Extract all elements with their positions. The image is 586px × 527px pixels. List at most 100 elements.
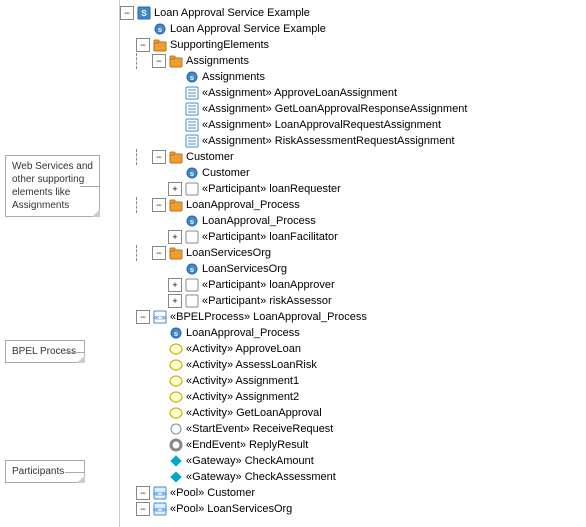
tree-node-loanapproval-proc[interactable]: s LoanApproval_Process bbox=[120, 325, 586, 341]
tree-node-loanapprover[interactable]: + «Participant» loanApprover bbox=[120, 277, 586, 293]
label-loanapproval-item: LoanApproval_Process bbox=[202, 215, 316, 227]
tree-node-assignment2[interactable]: «Activity» Assignment2 bbox=[120, 389, 586, 405]
tree-node-assignments-item[interactable]: s Assignments bbox=[120, 69, 586, 85]
label-getloan: «Assignment» GetLoanApprovalResponseAssi… bbox=[202, 103, 467, 115]
expander-bpelprocess[interactable]: − bbox=[136, 310, 150, 324]
tree-node-loanapproval-folder[interactable]: − LoanApproval_Process bbox=[120, 197, 586, 213]
tree-node-pool-loanservices[interactable]: − ≪≫ «Pool» LoanServicesOrg bbox=[120, 501, 586, 517]
icon-replyresult bbox=[168, 437, 184, 453]
icon-customer-folder bbox=[168, 149, 184, 165]
svg-text:≪≫: ≪≫ bbox=[153, 315, 167, 322]
svg-text:s: s bbox=[190, 267, 194, 274]
icon-approveloan bbox=[168, 341, 184, 357]
tree-node-getloanapproval[interactable]: «Activity» GetLoanApproval bbox=[120, 405, 586, 421]
label-loanreq: «Assignment» LoanApprovalRequestAssignme… bbox=[202, 119, 441, 131]
tree-node-checkamount[interactable]: «Gateway» CheckAmount bbox=[120, 453, 586, 469]
tree-node-loanservices-folder[interactable]: − LoanServicesOrg bbox=[120, 245, 586, 261]
tree-node-pool-customer[interactable]: − ≪≫ «Pool» Customer bbox=[120, 485, 586, 501]
tree-node-loanrequester[interactable]: + «Participant» loanRequester bbox=[120, 181, 586, 197]
tree-node-bpelprocess[interactable]: − ≪≫ «BPELProcess» LoanApproval_Process bbox=[120, 309, 586, 325]
tree-node-loanfacilitator[interactable]: + «Participant» loanFacilitator bbox=[120, 229, 586, 245]
label-assignment1: «Activity» Assignment1 bbox=[186, 375, 299, 387]
tree-node-approve[interactable]: «Assignment» ApproveLoanAssignment bbox=[120, 85, 586, 101]
web-services-annotation: Web Services and other supporting elemen… bbox=[5, 155, 100, 217]
icon-checkassessment bbox=[168, 469, 184, 485]
label-supporting: SupportingElements bbox=[170, 39, 269, 51]
icon-loanservices-folder bbox=[168, 245, 184, 261]
label-riskassessor: «Participant» riskAssessor bbox=[202, 295, 332, 307]
tree-node-approveloan[interactable]: «Activity» ApproveLoan bbox=[120, 341, 586, 357]
icon-receiverequest bbox=[168, 421, 184, 437]
label-replyresult: «EndEvent» ReplyResult bbox=[186, 439, 308, 451]
label-checkassessment: «Gateway» CheckAssessment bbox=[186, 471, 336, 483]
label-loan-svc: Loan Approval Service Example bbox=[170, 23, 326, 35]
tree-node-checkassessment[interactable]: «Gateway» CheckAssessment bbox=[120, 469, 586, 485]
tree-node-loanapproval-item[interactable]: s LoanApproval_Process bbox=[120, 213, 586, 229]
expander-loanapproval[interactable]: − bbox=[152, 198, 166, 212]
icon-assignment2 bbox=[168, 389, 184, 405]
icon-pool-loanservices: ≪≫ bbox=[152, 501, 168, 517]
icon-assignments-folder bbox=[168, 53, 184, 69]
tree-node-loanreq[interactable]: «Assignment» LoanApprovalRequestAssignme… bbox=[120, 117, 586, 133]
expander-loanfacilitator[interactable]: + bbox=[168, 230, 182, 244]
svg-text:≪≫: ≪≫ bbox=[153, 491, 167, 498]
expander-pool-loanservices[interactable]: − bbox=[136, 502, 150, 516]
expander-supporting[interactable]: − bbox=[136, 38, 150, 52]
tree-node-receiverequest[interactable]: «StartEvent» ReceiveRequest bbox=[120, 421, 586, 437]
tree-node-loanservices-item[interactable]: s LoanServicesOrg bbox=[120, 261, 586, 277]
label-loanservices-item: LoanServicesOrg bbox=[202, 263, 287, 275]
icon-customer-item: s bbox=[184, 165, 200, 181]
expander-loanservices[interactable]: − bbox=[152, 246, 166, 260]
tree-node-assignment1[interactable]: «Activity» Assignment1 bbox=[120, 373, 586, 389]
icon-pool-customer: ≪≫ bbox=[152, 485, 168, 501]
icon-getloan bbox=[184, 101, 200, 117]
tree-node-assessloanrisk[interactable]: «Activity» AssessLoanRisk bbox=[120, 357, 586, 373]
svg-text:s: s bbox=[158, 27, 162, 34]
label-loanapproval-folder: LoanApproval_Process bbox=[186, 199, 300, 211]
svg-text:s: s bbox=[190, 219, 194, 226]
icon-loanapproval-proc: s bbox=[168, 325, 184, 341]
tree-node-riskassess[interactable]: «Assignment» RiskAssessmentRequestAssign… bbox=[120, 133, 586, 149]
expander-riskassessor[interactable]: + bbox=[168, 294, 182, 308]
expander-loanrequester[interactable]: + bbox=[168, 182, 182, 196]
main-container: Web Services and other supporting elemen… bbox=[0, 0, 586, 527]
label-approveloan: «Activity» ApproveLoan bbox=[186, 343, 301, 355]
tree-node-customer-item[interactable]: s Customer bbox=[120, 165, 586, 181]
expander-loanapprover[interactable]: + bbox=[168, 278, 182, 292]
tree-node-root[interactable]: − S Loan Approval Service Example bbox=[120, 5, 586, 21]
bpel-annotation: BPEL Process bbox=[5, 340, 85, 363]
label-customer-item: Customer bbox=[202, 167, 250, 179]
label-root: Loan Approval Service Example bbox=[154, 7, 310, 19]
label-loanapproval-proc: LoanApproval_Process bbox=[186, 327, 300, 339]
icon-loanfacilitator bbox=[184, 229, 200, 245]
icon-assignments-item: s bbox=[184, 69, 200, 85]
icon-loanapprover bbox=[184, 277, 200, 293]
expander-assignments[interactable]: − bbox=[152, 54, 166, 68]
expander-pool-customer[interactable]: − bbox=[136, 486, 150, 500]
expander-root[interactable]: − bbox=[120, 6, 134, 20]
label-pool-customer: «Pool» Customer bbox=[170, 487, 255, 499]
label-approve: «Assignment» ApproveLoanAssignment bbox=[202, 87, 397, 99]
tree-node-replyresult[interactable]: «EndEvent» ReplyResult bbox=[120, 437, 586, 453]
label-assessloanrisk: «Activity» AssessLoanRisk bbox=[186, 359, 317, 371]
icon-bpelprocess: ≪≫ bbox=[152, 309, 168, 325]
icon-approve bbox=[184, 85, 200, 101]
label-assignment2: «Activity» Assignment2 bbox=[186, 391, 299, 403]
tree-node-assignments-folder[interactable]: − Assignments bbox=[120, 53, 586, 69]
icon-loanservices-item: s bbox=[184, 261, 200, 277]
label-loanapprover: «Participant» loanApprover bbox=[202, 279, 335, 291]
tree-node-loan-svc[interactable]: s Loan Approval Service Example bbox=[120, 21, 586, 37]
tree-node-customer-folder[interactable]: − Customer bbox=[120, 149, 586, 165]
tree-node-riskassessor[interactable]: + «Participant» riskAssessor bbox=[120, 293, 586, 309]
icon-getloanapproval bbox=[168, 405, 184, 421]
tree-panel[interactable]: − S Loan Approval Service Example s Loan… bbox=[120, 0, 586, 527]
expander-customer[interactable]: − bbox=[152, 150, 166, 164]
icon-loanrequester bbox=[184, 181, 200, 197]
icon-checkamount bbox=[168, 453, 184, 469]
tree-node-getloan[interactable]: «Assignment» GetLoanApprovalResponseAssi… bbox=[120, 101, 586, 117]
label-pool-loanservices: «Pool» LoanServicesOrg bbox=[170, 503, 292, 515]
tree-node-supporting[interactable]: − SupportingElements bbox=[120, 37, 586, 53]
icon-root: S bbox=[136, 5, 152, 21]
label-loanservices-folder: LoanServicesOrg bbox=[186, 247, 271, 259]
label-assignments-item: Assignments bbox=[202, 71, 265, 83]
